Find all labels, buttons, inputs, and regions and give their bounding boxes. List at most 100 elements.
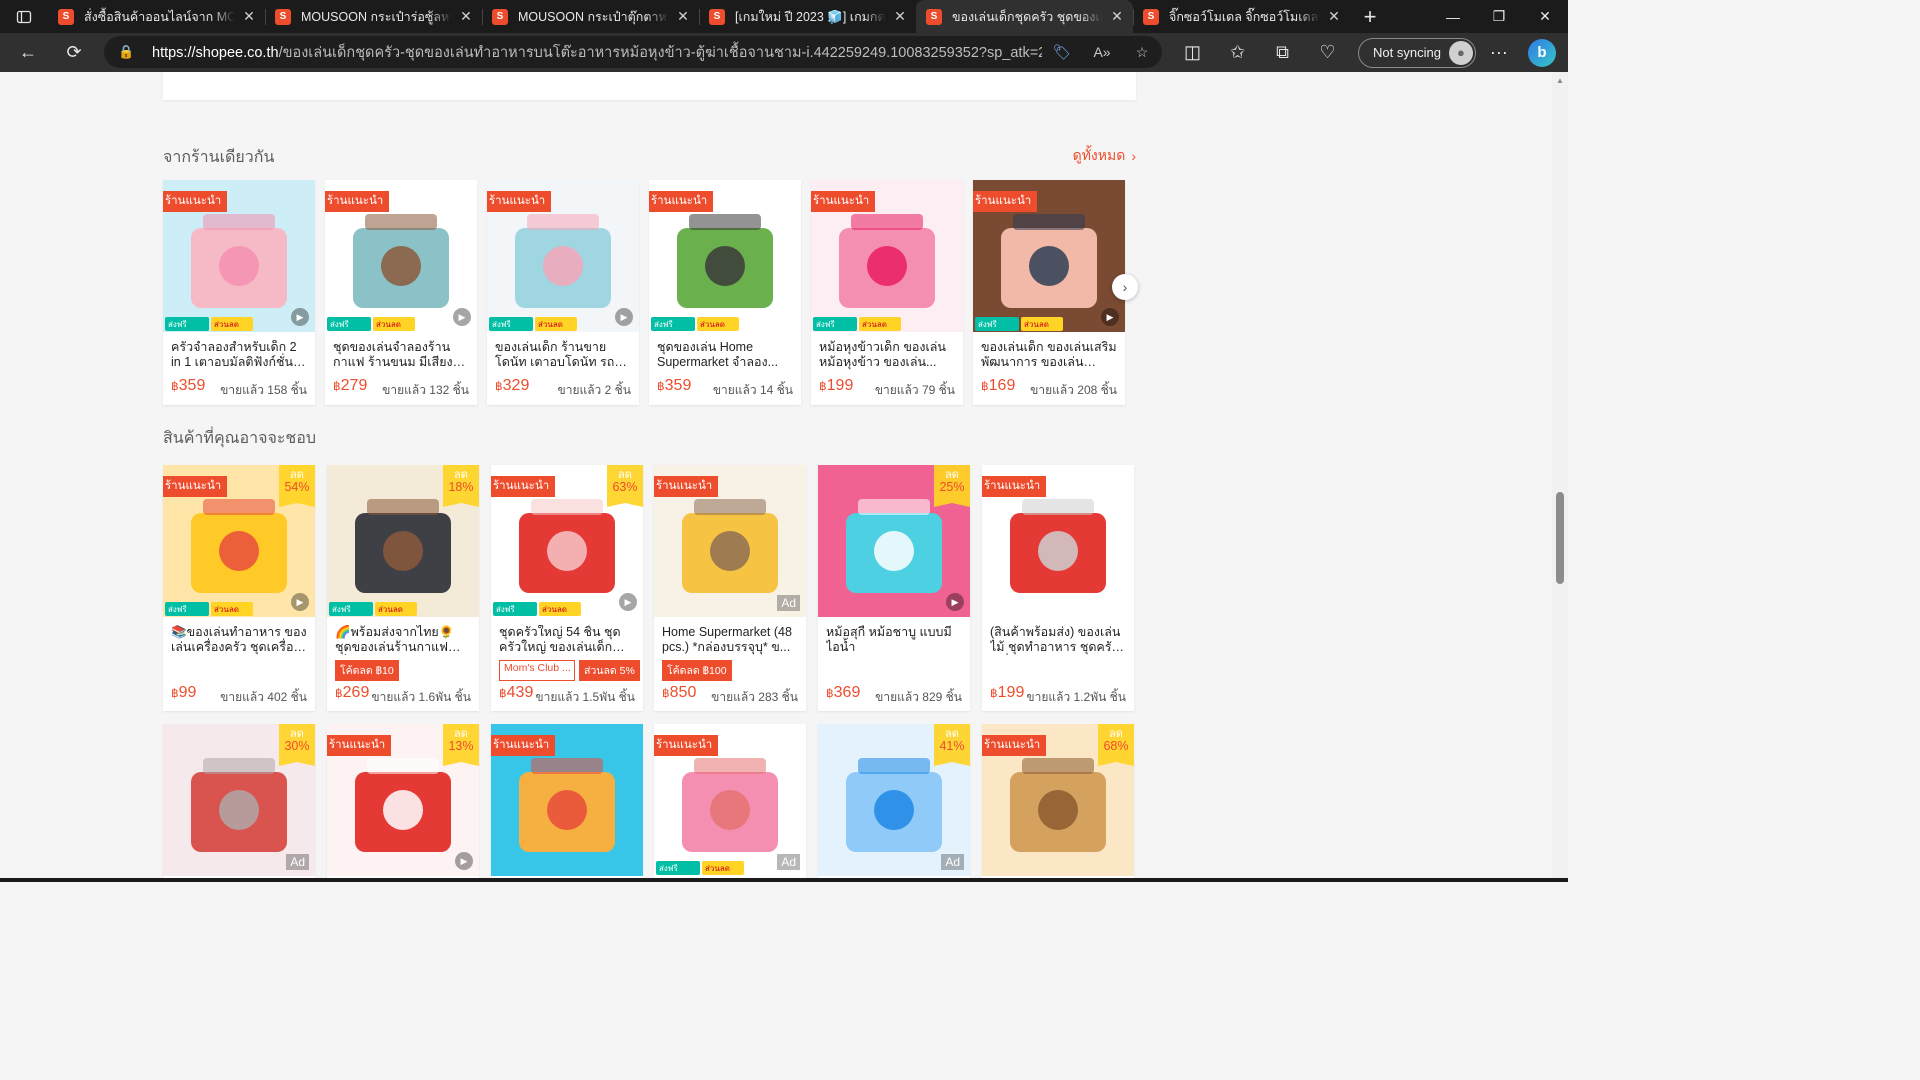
lock-icon[interactable]: 🔒 [118,44,140,60]
sold-count: ขายแล้ว 1.2พัน ชิ้น [1026,690,1126,704]
view-all-link[interactable]: ดูทั้งหมด › [1073,145,1136,167]
product-image[interactable]: ร้านแนะนำ ลด 54% ส่งฟรี ส่วนลด ▶ [163,465,315,617]
product-image[interactable]: ร้านแนะนำ [982,465,1134,617]
product-price: ฿439 [499,684,533,702]
product-card[interactable]: ลด 30% Ad [163,724,315,878]
close-tab-icon[interactable]: ✕ [892,8,908,25]
free-shipping-badges: ส่งฟรี ส่วนลด [165,317,253,331]
product-card[interactable]: ลด 25% ▶ หม้อสุกี้ หม้อชาบู แบบมีไอน้ำ ฿369 ข… [818,465,970,711]
new-tab-button[interactable]: + [1350,0,1390,33]
product-image[interactable]: ร้านแนะนำ ส่งฟรี ส่วนลด ▶ [973,180,1125,332]
sync-button[interactable]: Not syncing ● [1358,37,1476,68]
product-card[interactable]: ร้านแนะนำ ส่งฟรี ส่วนลด ▶ ของเล่นเด็ก ของเล่… [973,180,1125,405]
back-icon[interactable]: ← [10,35,46,71]
product-card[interactable]: ลด 18% ส่งฟรี ส่วนลด 🌈พร้อมส่งจากไทย🌻 ชุดของ… [327,465,479,711]
promo-tags: โค้ดลด ฿100 [662,660,732,681]
browser-tab[interactable]: S สั่งซื้อสินค้าออนไลน์จาก MOUSOON ✕ [48,0,265,33]
tab-actions-icon[interactable] [0,0,48,33]
product-image[interactable]: ร้านแนะนำ ส่งฟรี ส่วนลด Ad [654,724,806,876]
favorite-star-icon[interactable]: ☆ [1122,44,1162,61]
carousel-next-button[interactable]: › [1112,274,1138,300]
close-window-icon[interactable]: ✕ [1522,0,1568,33]
restore-icon[interactable]: ❐ [1476,0,1522,33]
product-image[interactable]: ร้านแนะนำ ลด 13% ▶ [327,724,479,876]
discount-voucher-badge: ส่วนลด [375,602,417,616]
price-value: 850 [669,684,697,701]
product-card[interactable]: ร้านแนะนำ ส่งฟรี ส่วนลด หม้อหุงข้าวเด็ก ของ… [811,180,963,405]
preferred-shop-ribbon: ร้านแนะนำ [491,735,556,760]
coupon-tag-icon[interactable]: 🏷 [1042,44,1082,61]
free-shipping-badges: ส่งฟรี ส่วนลด [975,317,1063,331]
free-shipping-badge: ส่งฟรี [329,602,373,616]
free-shipping-badges: ส่งฟรี ส่วนลด [327,317,415,331]
free-shipping-badge: ส่งฟรี [651,317,695,331]
product-card[interactable]: ร้านแนะนำ ส่งฟรี ส่วนลด ▶ ครัวจำลองสำหรับเด็… [163,180,315,405]
discount-percent: 41% [939,739,965,753]
discount-badge: ลด 63% [607,465,643,507]
free-shipping-badge: ส่งฟรี [165,317,209,331]
scroll-up-icon[interactable]: ▲ [1556,76,1564,85]
close-tab-icon[interactable]: ✕ [241,8,257,25]
browser-tab[interactable]: S MOUSOON กระเป๋าร่อซู้ลหรูหรา ✕ [265,0,482,33]
browser-tab[interactable]: S [เกมใหม่ ปี 2023 🧊] เกมกดได้ ปี ✕ [699,0,916,33]
product-price: ฿329 [495,377,529,395]
preferred-shop-ribbon: ร้านแนะนำ [982,735,1047,760]
chevron-right-icon: › [1131,148,1136,164]
address-bar[interactable]: 🔒 https://shopee.co.th/ของเล่นเด็กชุดครั… [104,36,1162,68]
discount-badge: ลด 54% [279,465,315,507]
close-tab-icon[interactable]: ✕ [675,8,691,25]
discount-percent: 68% [1103,739,1129,753]
product-image[interactable]: ร้านแนะนำ ลด 63% ส่งฟรี ส่วนลด ▶ [491,465,643,617]
price-value: 359 [178,377,206,394]
product-card[interactable]: ร้านแนะนำ Ad Home Supermarket (48 pcs.) *ก… [654,465,806,711]
product-card[interactable]: ร้านแนะนำ ส่งฟรี ส่วนลด ▶ ของเล่นเด็ก ร้านขา… [487,180,639,405]
more-menu-icon[interactable]: ··· [1476,42,1522,63]
product-image[interactable]: ร้านแนะนำ ส่งฟรี ส่วนลด [649,180,801,332]
collections-icon[interactable]: ⧉ [1260,35,1305,71]
close-tab-icon[interactable]: ✕ [458,8,474,25]
tab-title: สั่งซื้อสินค้าออนไลน์จาก MOUSOON [84,9,235,24]
favorites-icon[interactable]: ✩ [1215,35,1260,71]
product-image[interactable]: ร้านแนะนำ ส่งฟรี ส่วนลด ▶ [325,180,477,332]
product-card[interactable]: ร้านแนะนำ ลด 54% ส่งฟรี ส่วนลด ▶ 📚ของเล่นทำอาห… [163,465,315,711]
product-image[interactable]: ลด 41% Ad [818,724,970,876]
product-image[interactable]: ร้านแนะนำ ส่งฟรี ส่วนลด [811,180,963,332]
refresh-icon[interactable]: ⟳ [56,35,92,71]
product-card[interactable]: ร้านแนะนำ ลด 63% ส่งฟรี ส่วนลด ▶ ชุดครัวใหญ่ 5… [491,465,643,711]
product-image[interactable]: ลด 30% Ad [163,724,315,876]
browser-tab[interactable]: S MOUSOON กระเป๋าตุ๊กตาหมีขาว ✕ [482,0,699,33]
product-image[interactable]: ร้านแนะนำ ลด 68% [982,724,1134,876]
product-image[interactable]: ร้านแนะนำ [491,724,643,876]
product-card[interactable]: ร้านแนะนำ ส่งฟรี ส่วนลด Ad [654,724,806,878]
minimize-icon[interactable]: — [1430,0,1476,33]
free-shipping-badges: ส่งฟรี ส่วนลด [651,317,739,331]
shopee-icon: S [926,8,942,25]
browser-essentials-icon[interactable]: ♡ [1305,35,1350,71]
product-card[interactable]: ร้านแนะนำ ส่งฟรี ส่วนลด ชุดของเล่น Home Sup… [649,180,801,405]
product-card[interactable]: ร้านแนะนำ (สินค้าพร้อมส่ง) ของเล่นไม้ ชุด… [982,465,1134,711]
split-screen-icon[interactable]: ◫ [1170,35,1215,71]
close-tab-icon[interactable]: ✕ [1109,8,1125,25]
same-shop-title: จากร้านเดียวกัน [163,149,275,166]
bing-copilot-icon[interactable]: b [1527,38,1556,67]
tab-title: จิ๊กซอว์โมเดล จิ๊กซอว์โมเดลห้องนอน [1169,9,1320,24]
product-card[interactable]: ร้านแนะนำ [491,724,643,878]
product-card[interactable]: ร้านแนะนำ ส่งฟรี ส่วนลด ▶ ชุดของเล่นจำลองร้า… [325,180,477,405]
product-image[interactable]: ลด 25% ▶ [818,465,970,617]
close-tab-icon[interactable]: ✕ [1326,8,1342,25]
product-card[interactable]: ลด 41% Ad [818,724,970,878]
product-tabs-card [163,72,1136,100]
product-price: ฿169 [981,377,1015,395]
read-aloud-icon[interactable]: A» [1082,44,1122,60]
product-image[interactable]: ร้านแนะนำ ส่งฟรี ส่วนลด ▶ [163,180,315,332]
product-image[interactable]: ร้านแนะนำ Ad [654,465,806,617]
product-card[interactable]: ร้านแนะนำ ลด 13% ▶ [327,724,479,878]
page-scrollbar[interactable]: ▲ [1552,72,1568,878]
browser-tab[interactable]: S ของเล่นเด็กชุดครัว ชุดของเล่นทำอาหาร ✕ [916,0,1133,33]
product-image[interactable]: ร้านแนะนำ ส่งฟรี ส่วนลด ▶ [487,180,639,332]
browser-tab[interactable]: S จิ๊กซอว์โมเดล จิ๊กซอว์โมเดลห้องนอน ✕ [1133,0,1350,33]
product-card[interactable]: ร้านแนะนำ ลด 68% [982,724,1134,878]
product-image[interactable]: ลด 18% ส่งฟรี ส่วนลด [327,465,479,617]
discount-percent: 54% [284,480,310,494]
scrollbar-thumb[interactable] [1556,492,1564,584]
